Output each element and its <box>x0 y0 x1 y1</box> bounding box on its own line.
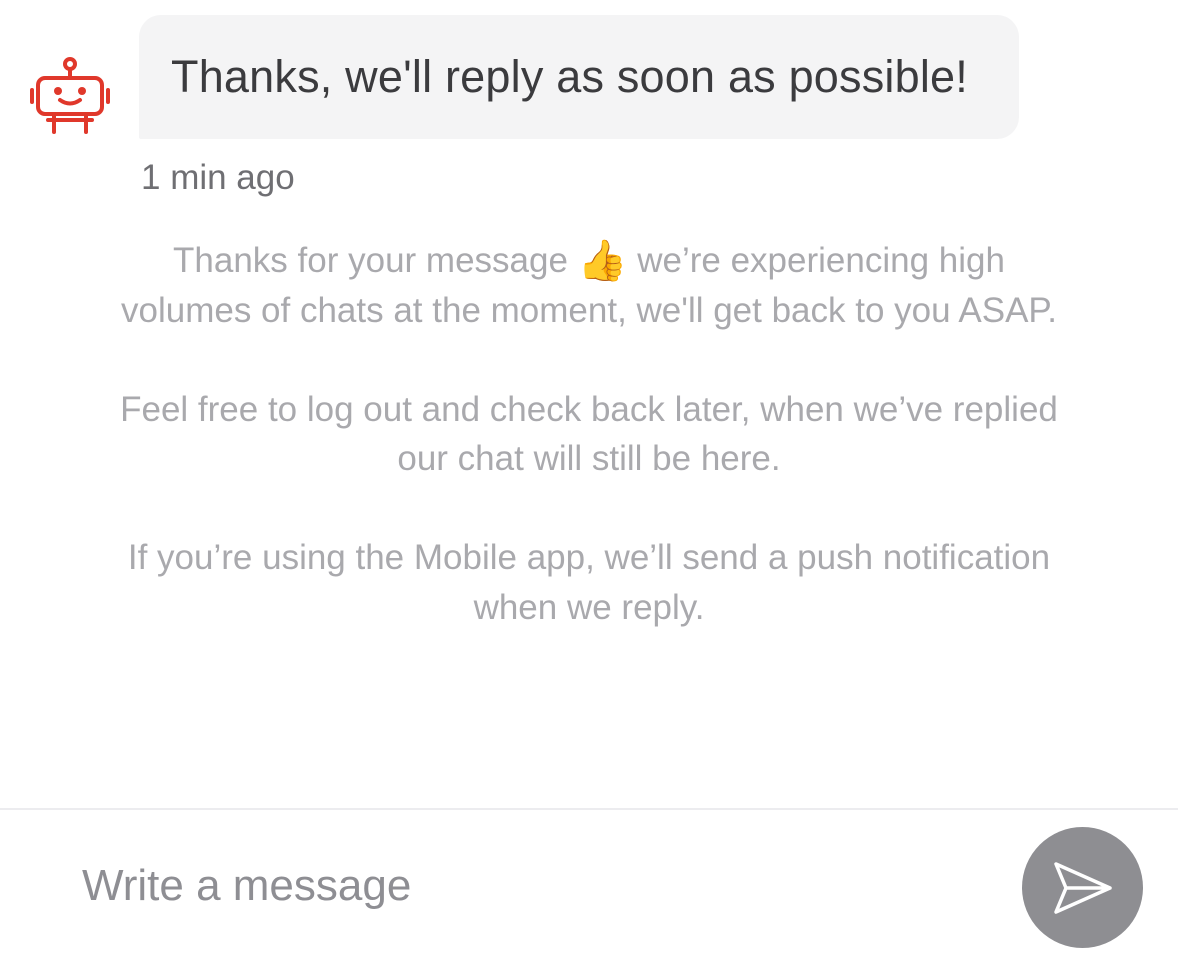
bot-message-bubble: Thanks, we'll reply as soon as possible! <box>139 15 1019 139</box>
chat-screen: Thanks, we'll reply as soon as possible!… <box>0 0 1178 960</box>
message-input[interactable] <box>70 844 990 928</box>
system-notice: Thanks for your message 👍 we’re experien… <box>120 236 1058 632</box>
bot-avatar <box>30 52 110 136</box>
notice-paragraph-3: If you’re using the Mobile app, we’ll se… <box>127 538 1051 627</box>
message-timestamp: 1 min ago <box>141 158 295 197</box>
paper-plane-send-icon <box>1053 861 1112 914</box>
robot-icon <box>30 57 110 134</box>
send-button[interactable] <box>1022 827 1143 948</box>
notice-text-start: Thanks for your message <box>173 241 568 280</box>
thumbs-up-icon: 👍 <box>577 239 628 283</box>
notice-paragraph-2: Feel free to log out and check back late… <box>120 389 1058 479</box>
notice-paragraph-1: Thanks for your message 👍 we’re experien… <box>120 236 1058 335</box>
message-composer <box>0 810 1178 960</box>
bot-message-text: Thanks, we'll reply as soon as possible! <box>171 51 968 102</box>
